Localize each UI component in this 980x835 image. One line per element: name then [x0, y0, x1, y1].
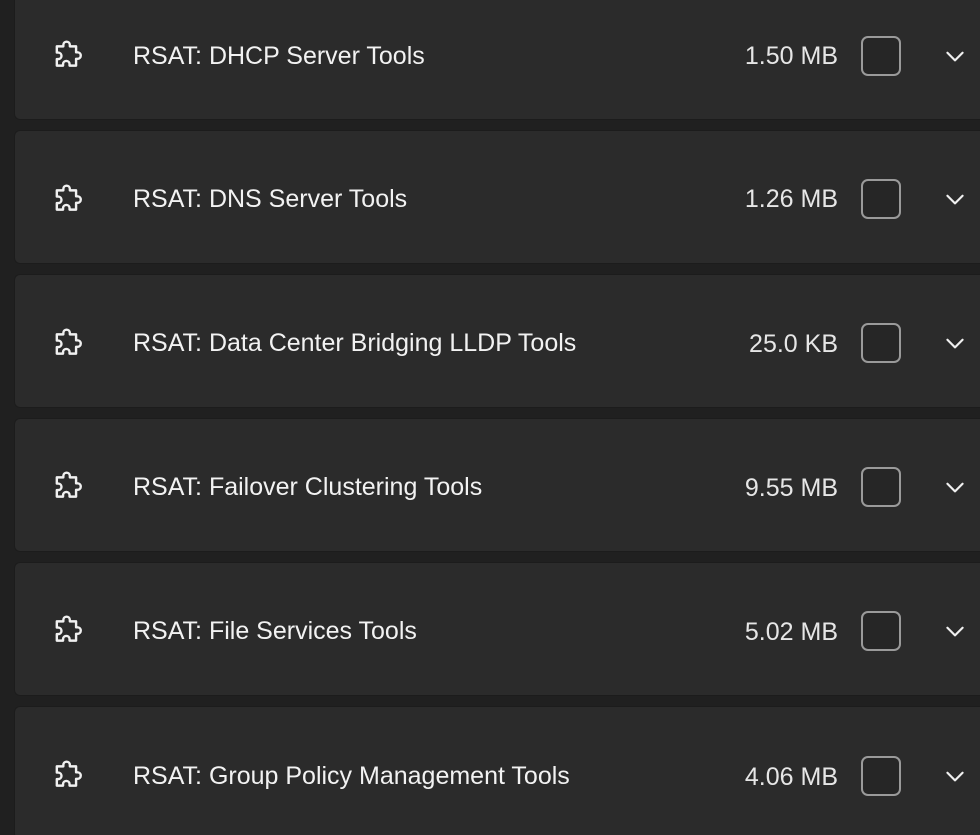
- feature-row-file-services-tools[interactable]: RSAT: File Services Tools 5.02 MB: [14, 562, 980, 696]
- chevron-down-icon[interactable]: [942, 763, 968, 789]
- feature-name: RSAT: File Services Tools: [133, 617, 417, 645]
- feature-row-dhcp-server-tools[interactable]: RSAT: DHCP Server Tools 1.50 MB: [14, 0, 980, 120]
- puzzle-icon: [52, 327, 86, 361]
- feature-name: RSAT: DHCP Server Tools: [133, 42, 425, 70]
- feature-name: RSAT: Data Center Bridging LLDP Tools: [133, 329, 577, 357]
- feature-checkbox[interactable]: [861, 36, 901, 76]
- feature-checkbox[interactable]: [861, 611, 901, 651]
- feature-name: RSAT: DNS Server Tools: [133, 185, 408, 213]
- feature-size: 4.06 MB: [744, 763, 838, 791]
- feature-size: 5.02 MB: [744, 618, 838, 646]
- feature-row-dns-server-tools[interactable]: RSAT: DNS Server Tools 1.26 MB: [14, 130, 980, 264]
- chevron-down-icon[interactable]: [942, 618, 968, 644]
- feature-size: 1.50 MB: [744, 42, 838, 70]
- feature-row-group-policy-management-tools[interactable]: RSAT: Group Policy Management Tools 4.06…: [14, 706, 980, 835]
- feature-size: 1.26 MB: [744, 185, 838, 213]
- puzzle-icon: [52, 470, 86, 504]
- feature-size: 25.0 KB: [749, 330, 838, 358]
- puzzle-icon: [52, 183, 86, 217]
- chevron-down-icon[interactable]: [942, 186, 968, 212]
- feature-name: RSAT: Group Policy Management Tools: [133, 762, 570, 790]
- feature-row-data-center-bridging-lldp-tools[interactable]: RSAT: Data Center Bridging LLDP Tools 25…: [14, 274, 980, 408]
- feature-checkbox[interactable]: [861, 467, 901, 507]
- feature-checkbox[interactable]: [861, 756, 901, 796]
- chevron-down-icon[interactable]: [942, 474, 968, 500]
- feature-row-failover-clustering-tools[interactable]: RSAT: Failover Clustering Tools 9.55 MB: [14, 418, 980, 552]
- feature-size: 9.55 MB: [744, 474, 838, 502]
- feature-checkbox[interactable]: [861, 323, 901, 363]
- feature-name: RSAT: Failover Clustering Tools: [133, 473, 483, 501]
- puzzle-icon: [52, 614, 86, 648]
- chevron-down-icon[interactable]: [942, 43, 968, 69]
- optional-features-list: RSAT: DHCP Server Tools 1.50 MB RSAT: DN…: [0, 0, 980, 835]
- chevron-down-icon[interactable]: [942, 330, 968, 356]
- feature-checkbox[interactable]: [861, 179, 901, 219]
- puzzle-icon: [52, 39, 86, 73]
- puzzle-icon: [52, 759, 86, 793]
